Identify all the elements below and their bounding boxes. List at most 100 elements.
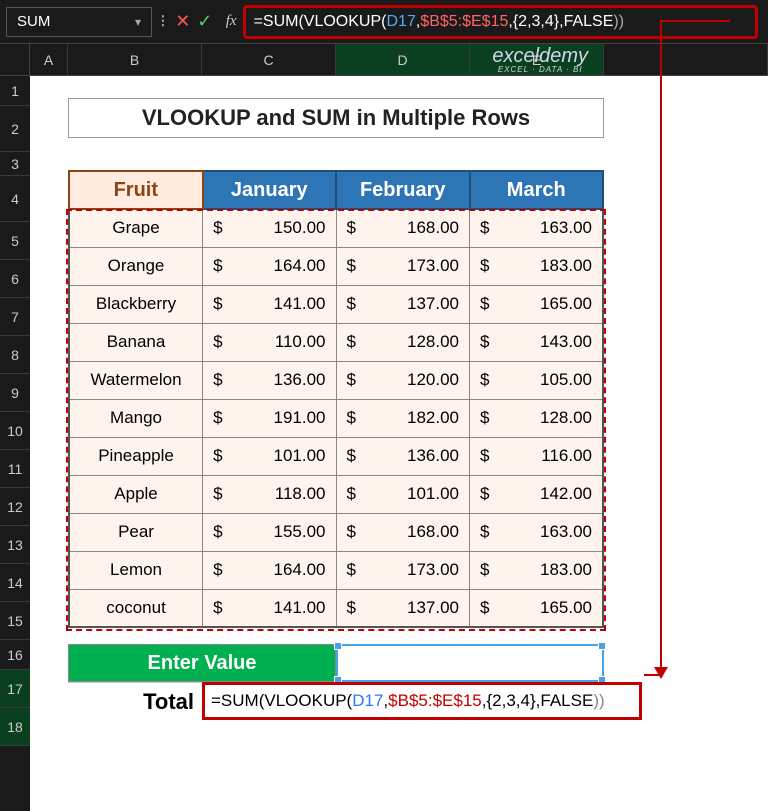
fruit-cell[interactable]: Pineapple bbox=[69, 437, 203, 475]
fruit-cell[interactable]: Apple bbox=[69, 475, 203, 513]
value-cell[interactable]: $164.00 bbox=[203, 247, 336, 285]
data-table: Fruit January February March Grape$150.0… bbox=[68, 170, 604, 628]
row-header[interactable]: 4 bbox=[0, 176, 30, 222]
col-header[interactable]: E bbox=[470, 44, 604, 75]
header-march[interactable]: March bbox=[470, 171, 603, 209]
value-cell[interactable]: $120.00 bbox=[336, 361, 470, 399]
row-header[interactable]: 14 bbox=[0, 564, 30, 602]
value-cell[interactable]: $183.00 bbox=[470, 247, 603, 285]
name-box[interactable]: SUM ▾ bbox=[6, 7, 152, 37]
annotation-arrow bbox=[660, 20, 662, 674]
value-cell[interactable]: $164.00 bbox=[203, 551, 336, 589]
table-row: Lemon$164.00$173.00$183.00 bbox=[69, 551, 603, 589]
row-header[interactable]: 8 bbox=[0, 336, 30, 374]
value-cell[interactable]: $173.00 bbox=[336, 247, 470, 285]
row-header[interactable]: 3 bbox=[0, 152, 30, 176]
row-headers: 1 2 3 4 5 6 7 8 9 10 11 12 13 14 15 16 1… bbox=[0, 76, 30, 811]
cell-formula-editing[interactable]: =SUM(VLOOKUP( D17 , $B$5:$E$15 , {2,3,4}… bbox=[202, 682, 642, 720]
fruit-cell[interactable]: Watermelon bbox=[69, 361, 203, 399]
value-cell[interactable]: $136.00 bbox=[336, 437, 470, 475]
row-header[interactable]: 16 bbox=[0, 640, 30, 670]
value-cell[interactable]: $105.00 bbox=[470, 361, 603, 399]
value-cell[interactable]: $128.00 bbox=[470, 399, 603, 437]
table-row: Watermelon$136.00$120.00$105.00 bbox=[69, 361, 603, 399]
row-header[interactable]: 17 bbox=[0, 670, 30, 708]
col-header[interactable]: D bbox=[336, 44, 470, 75]
table-row: coconut$141.00$137.00$165.00 bbox=[69, 589, 603, 627]
value-cell[interactable]: $136.00 bbox=[203, 361, 336, 399]
value-cell[interactable]: $173.00 bbox=[336, 551, 470, 589]
select-all-corner[interactable] bbox=[0, 44, 30, 75]
enter-value-label[interactable]: Enter Value bbox=[68, 644, 336, 682]
total-label[interactable]: Total bbox=[68, 682, 202, 720]
value-cell[interactable]: $101.00 bbox=[336, 475, 470, 513]
table-row: Apple$118.00$101.00$142.00 bbox=[69, 475, 603, 513]
annotation-arrow bbox=[660, 20, 730, 22]
column-headers: A B C D E bbox=[0, 44, 768, 76]
value-cell[interactable]: $143.00 bbox=[470, 323, 603, 361]
value-cell[interactable]: $137.00 bbox=[336, 285, 470, 323]
header-february[interactable]: February bbox=[336, 171, 470, 209]
value-cell[interactable]: $142.00 bbox=[470, 475, 603, 513]
row-header[interactable]: 6 bbox=[0, 260, 30, 298]
value-cell[interactable]: $168.00 bbox=[336, 513, 470, 551]
row-header[interactable]: 12 bbox=[0, 488, 30, 526]
value-cell[interactable]: $191.00 bbox=[203, 399, 336, 437]
table-header-row: Fruit January February March bbox=[69, 171, 603, 209]
row-header[interactable]: 10 bbox=[0, 412, 30, 450]
table-row: Grape$150.00$168.00$163.00 bbox=[69, 209, 603, 247]
value-cell[interactable]: $128.00 bbox=[336, 323, 470, 361]
fruit-cell[interactable]: Orange bbox=[69, 247, 203, 285]
value-cell[interactable]: $155.00 bbox=[203, 513, 336, 551]
header-fruit[interactable]: Fruit bbox=[69, 171, 203, 209]
row-header[interactable]: 2 bbox=[0, 106, 30, 152]
value-cell[interactable]: $137.00 bbox=[336, 589, 470, 627]
kebab-icon[interactable]: ⁝ bbox=[152, 11, 172, 32]
fruit-cell[interactable]: Grape bbox=[69, 209, 203, 247]
enter-value-input[interactable] bbox=[336, 644, 604, 682]
row-header[interactable]: 7 bbox=[0, 298, 30, 336]
enter-icon[interactable]: ✓ bbox=[194, 11, 216, 32]
fruit-cell[interactable]: Mango bbox=[69, 399, 203, 437]
value-cell[interactable]: $183.00 bbox=[470, 551, 603, 589]
fruit-cell[interactable]: Banana bbox=[69, 323, 203, 361]
value-cell[interactable]: $101.00 bbox=[203, 437, 336, 475]
cancel-icon[interactable]: ✕ bbox=[172, 11, 194, 32]
title-cell[interactable]: VLOOKUP and SUM in Multiple Rows bbox=[68, 98, 604, 138]
row-header[interactable]: 1 bbox=[0, 76, 30, 106]
row-header[interactable]: 13 bbox=[0, 526, 30, 564]
value-cell[interactable]: $150.00 bbox=[203, 209, 336, 247]
value-cell[interactable]: $116.00 bbox=[470, 437, 603, 475]
row-header[interactable]: 5 bbox=[0, 222, 30, 260]
col-header[interactable]: A bbox=[30, 44, 68, 75]
fruit-cell[interactable]: Blackberry bbox=[69, 285, 203, 323]
table-row: Blackberry$141.00$137.00$165.00 bbox=[69, 285, 603, 323]
row-header[interactable]: 11 bbox=[0, 450, 30, 488]
table-row: Pineapple$101.00$136.00$116.00 bbox=[69, 437, 603, 475]
value-cell[interactable]: $110.00 bbox=[203, 323, 336, 361]
value-cell[interactable]: $141.00 bbox=[203, 285, 336, 323]
value-cell[interactable]: $118.00 bbox=[203, 475, 336, 513]
value-cell[interactable]: $165.00 bbox=[470, 285, 603, 323]
chevron-down-icon[interactable]: ▾ bbox=[135, 15, 141, 29]
col-header-blank bbox=[604, 44, 768, 75]
col-header[interactable]: C bbox=[202, 44, 336, 75]
value-cell[interactable]: $141.00 bbox=[203, 589, 336, 627]
value-cell[interactable]: $165.00 bbox=[470, 589, 603, 627]
value-cell[interactable]: $168.00 bbox=[336, 209, 470, 247]
selection-handle-icon bbox=[334, 642, 342, 650]
fruit-cell[interactable]: Pear bbox=[69, 513, 203, 551]
fruit-cell[interactable]: coconut bbox=[69, 589, 203, 627]
value-cell[interactable]: $163.00 bbox=[470, 209, 603, 247]
value-cell[interactable]: $163.00 bbox=[470, 513, 603, 551]
fruit-cell[interactable]: Lemon bbox=[69, 551, 203, 589]
row-header[interactable]: 15 bbox=[0, 602, 30, 640]
row-header[interactable]: 9 bbox=[0, 374, 30, 412]
value-cell[interactable]: $182.00 bbox=[336, 399, 470, 437]
sheet-area[interactable]: VLOOKUP and SUM in Multiple Rows Fruit J… bbox=[30, 76, 768, 811]
header-january[interactable]: January bbox=[203, 171, 336, 209]
col-header[interactable]: B bbox=[68, 44, 202, 75]
name-box-value: SUM bbox=[17, 13, 50, 30]
row-header[interactable]: 18 bbox=[0, 708, 30, 746]
fx-icon[interactable]: fx bbox=[216, 13, 243, 30]
